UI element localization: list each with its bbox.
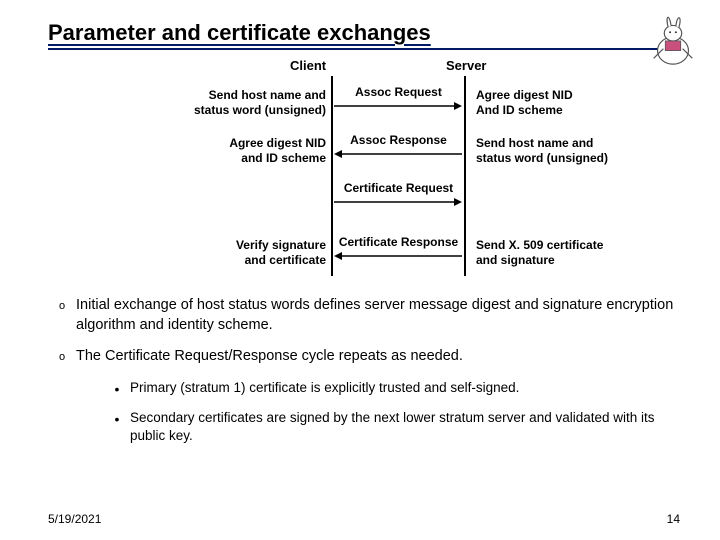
message-label: Assoc Request — [333, 85, 464, 99]
client-action-text: Verify signatureand certificate — [126, 238, 326, 268]
footer-page-number: 14 — [667, 512, 680, 526]
arrow-left-icon — [334, 149, 462, 159]
server-action-text: Agree digest NIDAnd ID scheme — [476, 88, 696, 118]
bullet-list: o Initial exchange of host status words … — [48, 296, 680, 445]
sub-list-item: • Primary (stratum 1) certificate is exp… — [104, 379, 680, 399]
arrow-right-icon — [334, 197, 462, 207]
bullet-text: The Certificate Request/Response cycle r… — [76, 347, 680, 367]
message-label: Assoc Response — [333, 133, 464, 147]
message-label: Certificate Request — [333, 181, 464, 195]
sub-list-item: • Secondary certificates are signed by t… — [104, 409, 680, 445]
bullet-marker: o — [48, 296, 76, 335]
client-action-text: Agree digest NIDand ID scheme — [126, 136, 326, 166]
message-label: Certificate Response — [333, 235, 464, 249]
client-action-text: Send host name andstatus word (unsigned) — [126, 88, 326, 118]
list-item: o Initial exchange of host status words … — [48, 296, 680, 335]
server-action-text: Send host name andstatus word (unsigned) — [476, 136, 696, 166]
bullet-marker: • — [104, 379, 130, 399]
server-action-text: Send X. 509 certificateand signature — [476, 238, 696, 268]
page-title: Parameter and certificate exchanges — [48, 20, 680, 46]
server-lifeline — [464, 76, 466, 276]
server-column-label: Server — [446, 58, 486, 73]
sub-bullet-text: Primary (stratum 1) certificate is expli… — [130, 379, 680, 399]
list-item: o The Certificate Request/Response cycle… — [48, 347, 680, 367]
bullet-text: Initial exchange of host status words de… — [76, 296, 680, 335]
client-column-label: Client — [290, 58, 326, 73]
arrow-right-icon — [334, 101, 462, 111]
footer-date: 5/19/2021 — [48, 512, 101, 526]
arrow-left-icon — [334, 251, 462, 261]
bullet-marker: • — [104, 409, 130, 445]
bullet-marker: o — [48, 347, 76, 367]
sequence-diagram: Client Server Send host name andstatus w… — [48, 58, 680, 288]
sub-bullet-text: Secondary certificates are signed by the… — [130, 409, 680, 445]
